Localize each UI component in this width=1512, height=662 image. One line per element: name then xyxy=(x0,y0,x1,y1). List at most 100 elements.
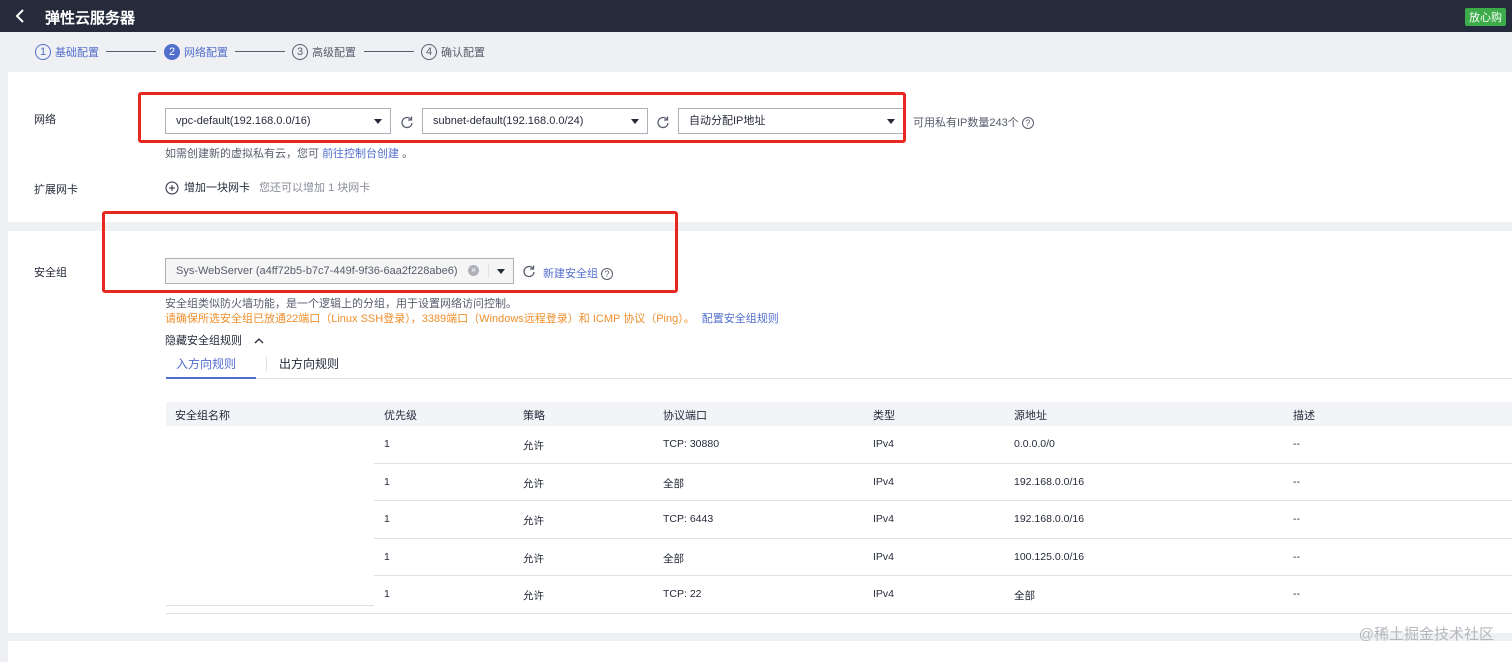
cell-protocol-port: TCP: 6443 xyxy=(663,513,714,525)
top-bar: 弹性云服务器 放心购 xyxy=(0,0,1512,32)
tab-inbound-rules[interactable]: 入方向规则 xyxy=(176,355,236,372)
subnet-select[interactable]: subnet-default(192.168.0.0/24) xyxy=(422,108,648,134)
cell-priority: 1 xyxy=(384,513,390,525)
cell-source: 100.125.0.0/16 xyxy=(1014,550,1085,563)
cell-source: 192.168.0.0/16 xyxy=(1014,513,1085,525)
plus-circle-icon xyxy=(165,181,179,195)
back-arrow-icon[interactable] xyxy=(14,7,28,25)
refresh-vpc-icon[interactable] xyxy=(400,115,414,129)
add-nic-hint: 您还可以增加 1 块网卡 xyxy=(259,182,371,194)
available-ip-count: 可用私有IP数量243个? xyxy=(913,114,1034,130)
step-number: 4 xyxy=(421,44,437,60)
network-panel: 网络 vpc-default(192.168.0.0/16) subnet-de… xyxy=(8,72,1512,222)
security-group-select-value: Sys-WebServer (a4ff72b5-b7c7-449f-9f36-6… xyxy=(176,265,458,277)
step-label: 网络配置 xyxy=(184,47,228,59)
add-nic-label: 增加一块网卡 xyxy=(184,182,250,194)
col-header-source: 源地址 xyxy=(1014,410,1047,422)
cell-description: -- xyxy=(1293,438,1300,450)
step-connector xyxy=(106,51,156,52)
chevron-down-icon xyxy=(887,119,895,124)
col-header-sg-name: 安全组名称 xyxy=(175,410,230,422)
refresh-subnet-icon[interactable] xyxy=(656,115,670,129)
step-connector xyxy=(364,51,414,52)
active-tab-indicator xyxy=(166,377,256,379)
cell-type: IPv4 xyxy=(873,513,895,525)
refresh-security-group-icon[interactable] xyxy=(522,264,536,278)
col-header-type: 类型 xyxy=(873,410,895,422)
security-rules-table: 安全组名称 优先级 策略 协议端口 类型 源地址 描述 1 允许 TCP: 30… xyxy=(166,402,1512,614)
cell-action: 允许 xyxy=(523,552,544,565)
col-header-description: 描述 xyxy=(1293,410,1315,422)
help-icon[interactable]: ? xyxy=(1021,117,1034,130)
security-group-panel: 安全组 Sys-WebServer (a4ff72b5-b7c7-449f-9f… xyxy=(8,231,1512,633)
extended-nic-label: 扩展网卡 xyxy=(34,184,78,196)
step-confirm-config[interactable]: 4 确认配置 xyxy=(421,42,485,62)
create-security-group-link[interactable]: 新建安全组 xyxy=(543,268,598,280)
chevron-down-icon xyxy=(497,269,505,274)
step-number: 3 xyxy=(292,44,308,60)
add-nic-button[interactable]: 增加一块网卡 您还可以增加 1 块网卡 xyxy=(165,179,370,195)
step-label: 基础配置 xyxy=(55,47,99,59)
vpc-select-value: vpc-default(192.168.0.0/16) xyxy=(176,115,311,127)
next-panel xyxy=(8,641,1512,662)
cell-action: 允许 xyxy=(523,477,544,490)
cell-action: 允许 xyxy=(523,515,544,527)
cell-description: -- xyxy=(1293,513,1300,525)
col-header-priority: 优先级 xyxy=(384,410,417,422)
table-header: 安全组名称 优先级 策略 协议端口 类型 源地址 描述 xyxy=(166,402,1512,426)
clear-icon[interactable]: × xyxy=(468,265,479,276)
security-group-warning: 请确保所选安全组已放通22端口（Linux SSH登录），3389端口（Wind… xyxy=(165,310,779,326)
ip-assign-select[interactable]: 自动分配IP地址 xyxy=(678,108,904,134)
page-title: 弹性云服务器 xyxy=(45,10,136,27)
cell-priority: 1 xyxy=(384,438,390,450)
watermark: @稀土掘金技术社区 xyxy=(1358,626,1494,643)
col-header-action: 策略 xyxy=(523,410,545,422)
cell-action: 允许 xyxy=(523,590,544,602)
step-label: 高级配置 xyxy=(312,47,356,59)
step-network-config[interactable]: 2 网络配置 xyxy=(164,42,228,62)
subnet-select-value: subnet-default(192.168.0.0/24) xyxy=(433,115,584,127)
step-connector xyxy=(235,51,285,52)
cell-type: IPv4 xyxy=(873,588,895,600)
cell-source: 0.0.0.0/0 xyxy=(1014,438,1055,450)
security-group-select[interactable]: Sys-WebServer (a4ff72b5-b7c7-449f-9f36-6… xyxy=(165,258,514,284)
secure-purchase-badge[interactable]: 放心购 xyxy=(1465,8,1506,26)
cell-type: IPv4 xyxy=(873,550,895,563)
select-divider xyxy=(488,264,489,278)
cell-description: -- xyxy=(1293,588,1300,600)
hide-rules-toggle[interactable]: 隐藏安全组规则 xyxy=(165,332,265,348)
cell-protocol-port: TCP: 22 xyxy=(663,588,702,600)
step-number: 1 xyxy=(35,44,51,60)
merged-name-cell xyxy=(166,426,374,606)
cell-protocol-port: 全部 xyxy=(663,477,684,490)
rule-direction-tabs: 入方向规则 出方向规则 xyxy=(166,351,1512,379)
cell-action: 允许 xyxy=(523,440,544,452)
help-icon[interactable]: ? xyxy=(601,268,613,281)
security-group-label: 安全组 xyxy=(34,267,67,279)
cell-protocol-port: 全部 xyxy=(663,552,684,565)
tab-outbound-rules[interactable]: 出方向规则 xyxy=(279,355,339,372)
hide-rules-label: 隐藏安全组规则 xyxy=(165,335,242,347)
chevron-down-icon xyxy=(631,119,639,124)
vpc-hint-text: 如需创建新的虚拟私有云，您可 xyxy=(165,148,319,160)
tab-separator xyxy=(266,357,267,371)
cell-priority: 1 xyxy=(384,550,390,563)
configure-rules-link[interactable]: 配置安全组规则 xyxy=(702,313,779,325)
step-basic-config[interactable]: 1 基础配置 xyxy=(35,42,99,62)
cell-type: IPv4 xyxy=(873,475,895,488)
available-ip-text: 可用私有IP数量243个 xyxy=(913,117,1019,129)
warning-text: 请确保所选安全组已放通22端口（Linux SSH登录），3389端口（Wind… xyxy=(165,313,695,325)
create-vpc-link[interactable]: 前往控制台创建 xyxy=(322,148,399,160)
network-label: 网络 xyxy=(34,114,56,126)
step-advanced-config[interactable]: 3 高级配置 xyxy=(292,42,356,62)
create-security-group: 新建安全组? xyxy=(543,265,613,281)
security-group-description: 安全组类似防火墙功能，是一个逻辑上的分组，用于设置网络访问控制。 xyxy=(165,298,517,310)
vpc-select[interactable]: vpc-default(192.168.0.0/16) xyxy=(165,108,391,134)
cell-type: IPv4 xyxy=(873,438,895,450)
cell-source: 192.168.0.0/16 xyxy=(1014,475,1085,488)
ip-assign-select-value: 自动分配IP地址 xyxy=(689,115,766,127)
cell-description: -- xyxy=(1293,550,1300,563)
wizard-steps: 1 基础配置 2 网络配置 3 高级配置 4 确认配置 xyxy=(0,32,1512,72)
vpc-create-hint: 如需创建新的虚拟私有云，您可 前往控制台创建 。 xyxy=(165,145,413,161)
chevron-down-icon xyxy=(374,119,382,124)
